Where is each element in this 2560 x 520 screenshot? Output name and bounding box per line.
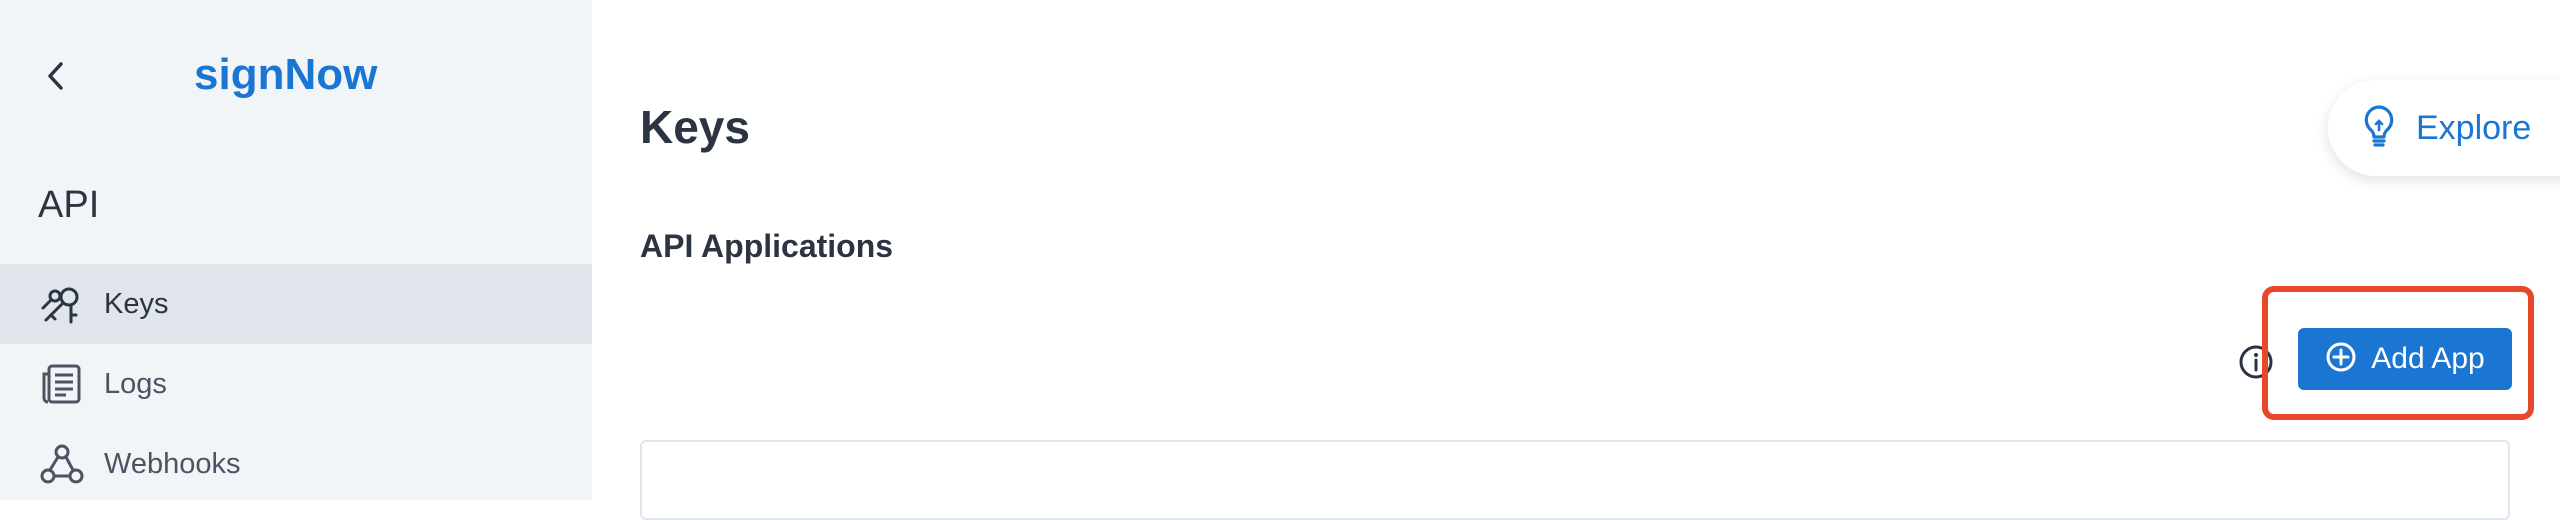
sidebar: signNow API Keys Logs Webhooks — [0, 0, 592, 500]
logs-icon — [40, 362, 84, 406]
explore-button[interactable]: Explore — [2328, 80, 2560, 176]
lightbulb-icon — [2362, 104, 2396, 153]
keys-icon — [40, 282, 84, 326]
signnow-logo[interactable]: signNow — [194, 50, 377, 100]
main-content: Keys API Applications Explore Add App — [592, 0, 2560, 520]
section-subtitle: API Applications — [640, 228, 894, 264]
add-app-button[interactable]: Add App — [2298, 328, 2512, 390]
back-button[interactable] — [36, 58, 76, 98]
sidebar-item-webhooks[interactable]: Webhooks — [0, 424, 592, 504]
add-app-label: Add App — [2371, 342, 2485, 375]
chevron-left-icon — [45, 60, 67, 97]
explore-label: Explore — [2416, 108, 2532, 147]
sidebar-item-logs[interactable]: Logs — [0, 344, 592, 424]
section-title-api: API — [38, 184, 100, 226]
webhooks-icon — [40, 442, 84, 486]
sidebar-item-label: Keys — [104, 287, 169, 320]
applications-table-card — [640, 440, 2510, 520]
plus-circle-icon — [2325, 341, 2357, 378]
sidebar-item-keys[interactable]: Keys — [0, 264, 592, 344]
sidebar-item-label: Logs — [104, 367, 167, 400]
sidebar-item-label: Webhooks — [104, 447, 241, 480]
page-title: Keys — [640, 101, 750, 153]
